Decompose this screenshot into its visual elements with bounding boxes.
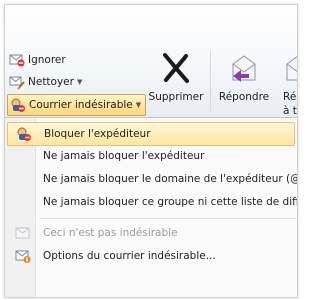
clean-up-button[interactable]: Nettoyer ▼ [9, 72, 82, 92]
ribbon-divider [210, 51, 211, 111]
reply-icon [227, 54, 261, 87]
menu-item-block-sender[interactable]: Bloquer l'expéditeur [7, 122, 295, 146]
junk-mail-icon [10, 97, 26, 113]
reply-all-label-line2: à t [283, 105, 297, 117]
menu-item-label: Ne jamais bloquer l'expéditeur [43, 150, 205, 162]
menu-item-not-junk: Ceci n'est pas indésirable [7, 222, 297, 244]
outlook-window: Ignorer Nettoyer ▼ Courrier indésirable … [4, 4, 298, 298]
menu-item-label: Ne jamais bloquer ce groupe ni cette lis… [43, 196, 298, 208]
menu-item-never-block-sender[interactable]: Ne jamais bloquer l'expéditeur [7, 145, 297, 167]
chevron-down-icon: ▼ [76, 78, 83, 86]
ignore-icon [9, 52, 25, 68]
clean-up-icon [9, 74, 25, 90]
chevron-down-icon: ▼ [135, 101, 142, 109]
junk-mail-button[interactable]: Courrier indésirable ▼ [7, 94, 147, 116]
reply-all-icon [281, 54, 297, 87]
ignore-label: Ignorer [28, 54, 66, 66]
junk-options-icon [15, 248, 31, 264]
delete-icon [161, 52, 191, 87]
menu-item-junk-options[interactable]: Options du courrier indésirable... [7, 245, 297, 267]
block-sender-icon [16, 126, 32, 142]
delete-label: Supprimer [148, 91, 204, 103]
junk-mail-menu: Bloquer l'expéditeur Ne jamais bloquer l… [5, 117, 298, 297]
menu-item-never-block-domain[interactable]: Ne jamais bloquer le domaine de l'expédi… [7, 168, 298, 190]
ribbon: Ignorer Nettoyer ▼ Courrier indésirable … [5, 5, 297, 117]
menu-item-label: Ceci n'est pas indésirable [43, 227, 178, 239]
not-junk-icon [15, 225, 31, 241]
menu-item-label: Bloquer l'expéditeur [44, 128, 151, 140]
menu-separator [39, 218, 297, 219]
menu-item-label: Ne jamais bloquer le domaine de l'expédi… [43, 173, 298, 185]
reply-label: Répondre [218, 91, 270, 103]
ignore-button[interactable]: Ignorer [9, 50, 66, 70]
menu-item-label: Options du courrier indésirable... [43, 250, 216, 262]
junk-mail-label: Courrier indésirable [29, 99, 133, 111]
menu-item-never-block-group[interactable]: Ne jamais bloquer ce groupe ni cette lis… [7, 191, 298, 213]
clean-up-label: Nettoyer [28, 76, 74, 88]
reply-all-label: Répo [283, 91, 297, 103]
